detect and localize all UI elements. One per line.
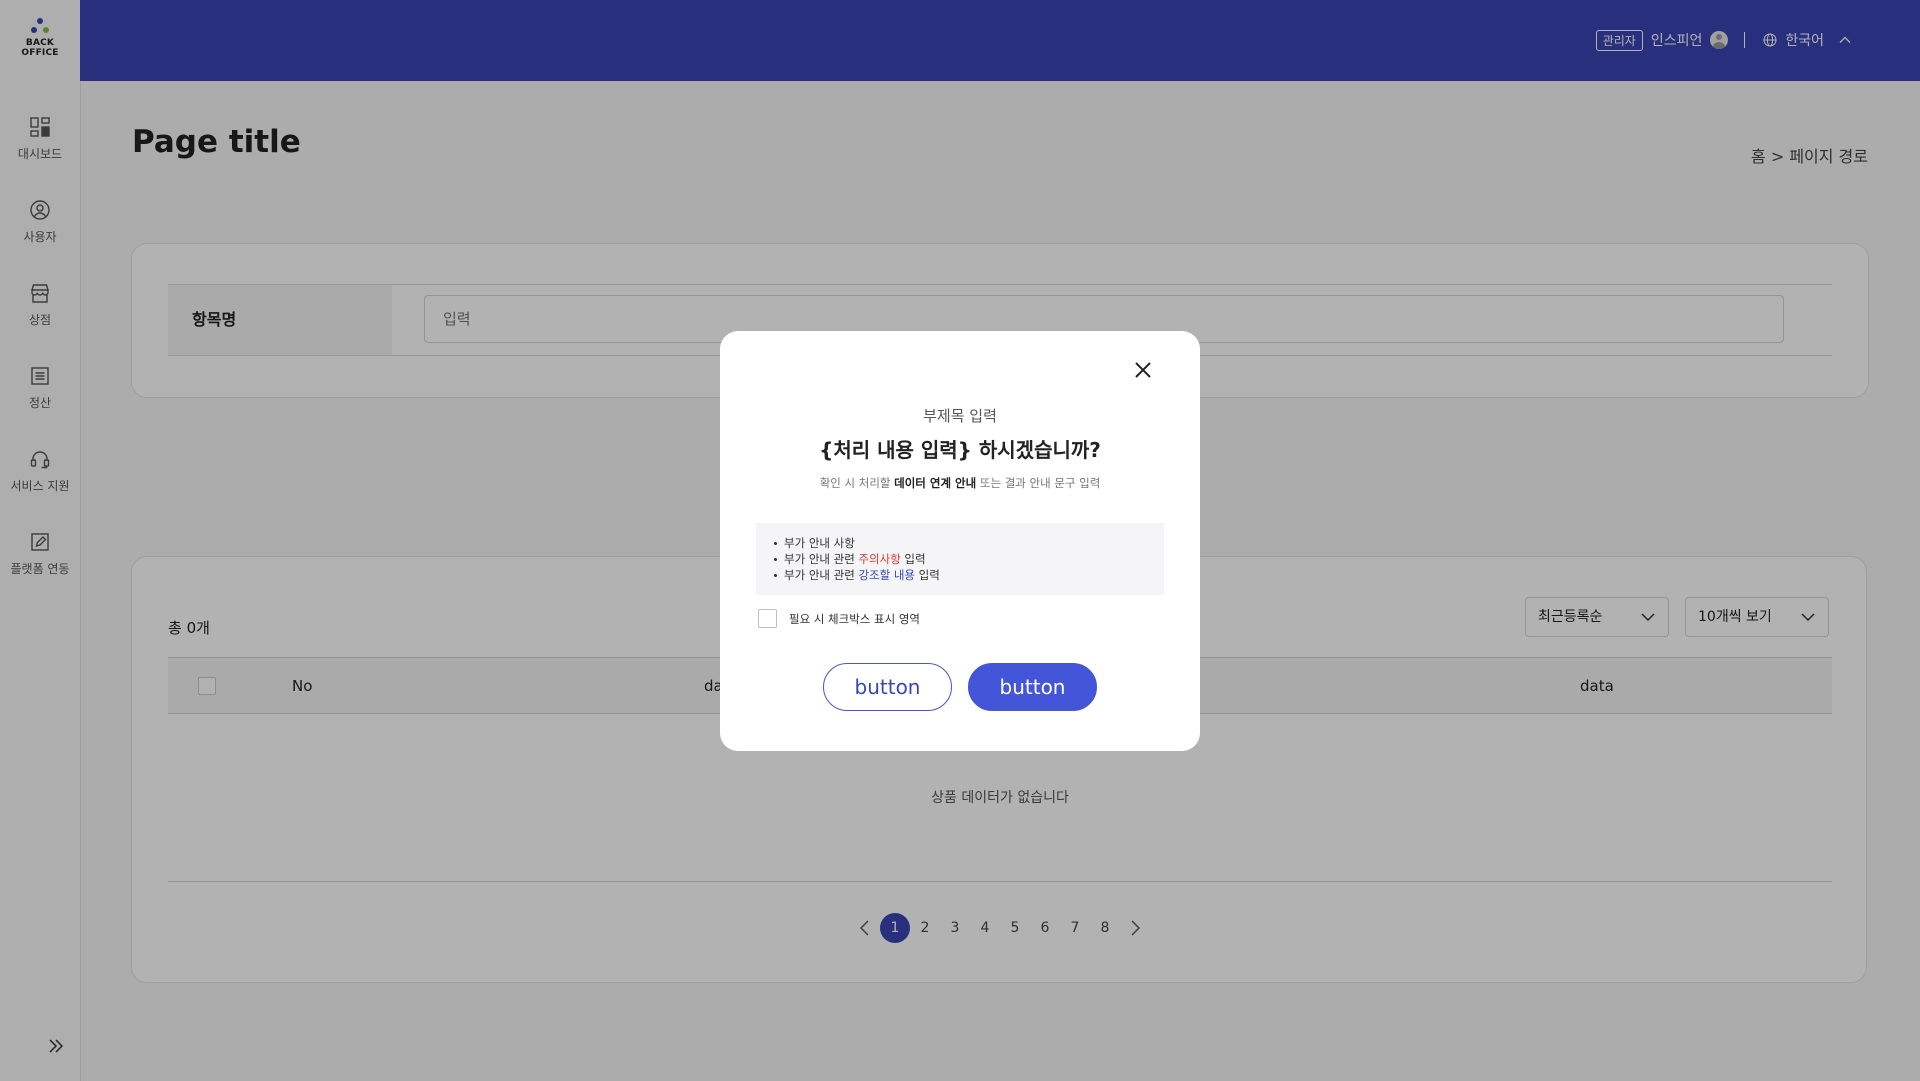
notice-box: 부가 안내 사항 부가 안내 관련 주의사항 입력 부가 안내 관련 강조할 내…: [756, 523, 1164, 595]
notice-text: 부가 안내 관련: [784, 568, 859, 582]
primary-button[interactable]: button: [968, 663, 1097, 711]
notice-item: 부가 안내 관련 강조할 내용 입력: [774, 567, 1164, 583]
description-text: 확인 시 처리할: [819, 476, 895, 490]
description-bold-text: 데이터 연계 안내: [894, 476, 977, 490]
notice-warning-text: 주의사항: [858, 552, 901, 566]
notice-text: 부가 안내 관련: [784, 552, 859, 566]
notice-text: 입력: [915, 568, 940, 582]
notice-item: 부가 안내 관련 주의사항 입력: [774, 551, 1164, 567]
close-icon: [1135, 362, 1151, 378]
description-text: 또는 결과 안내 문구 입력: [976, 476, 1101, 490]
dialog-checkbox[interactable]: [758, 609, 777, 628]
secondary-button[interactable]: button: [823, 663, 952, 711]
dialog-title: {처리 내용 입력} 하시겠습니까?: [819, 438, 1101, 462]
notice-item: 부가 안내 사항: [774, 535, 1164, 551]
notice-text: 부가 안내 사항: [784, 536, 855, 550]
dialog-subtitle: 부제목 입력: [923, 407, 997, 425]
confirm-dialog: 부제목 입력 {처리 내용 입력} 하시겠습니까? 확인 시 처리할 데이터 연…: [720, 331, 1200, 751]
dialog-checkbox-label: 필요 시 체크박스 표시 영역: [789, 611, 921, 626]
dialog-checkbox-row[interactable]: 필요 시 체크박스 표시 영역: [758, 609, 920, 628]
dialog-description: 확인 시 처리할 데이터 연계 안내 또는 결과 안내 문구 입력: [720, 475, 1200, 491]
notice-emphasis-text: 강조할 내용: [858, 568, 916, 582]
notice-text: 입력: [900, 552, 926, 566]
dialog-actions: button button: [823, 663, 1097, 711]
close-button[interactable]: [1128, 355, 1158, 385]
